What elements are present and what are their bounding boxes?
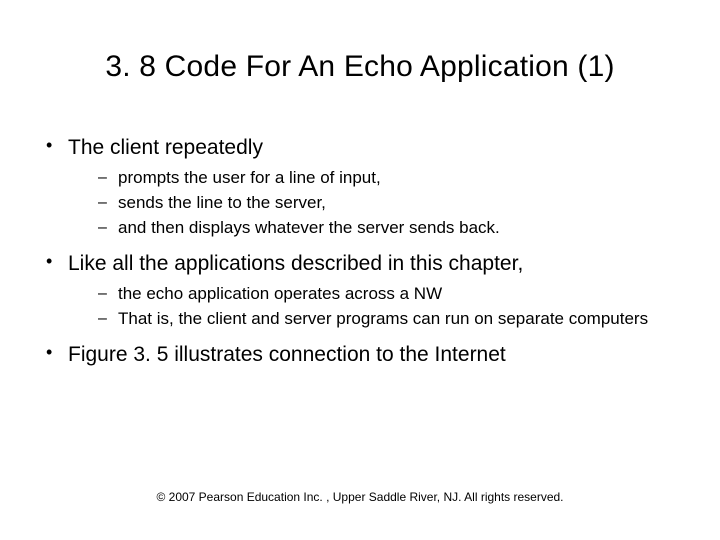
bullet-text: Figure 3. 5 illustrates connection to th… (68, 343, 506, 366)
slide-body: The client repeatedly prompts the user f… (44, 130, 676, 369)
bullet-text: The client repeatedly (68, 136, 263, 159)
sub-item: the echo application operates across a N… (96, 283, 676, 306)
slide-title: 3. 8 Code For An Echo Application (1) (0, 50, 720, 84)
sub-item: prompts the user for a line of input, (96, 167, 676, 190)
list-item: Figure 3. 5 illustrates connection to th… (44, 341, 676, 368)
sub-item: That is, the client and server programs … (96, 308, 676, 331)
copyright-footer: © 2007 Pearson Education Inc. , Upper Sa… (0, 490, 720, 504)
sub-list: prompts the user for a line of input, se… (68, 167, 676, 240)
list-item: The client repeatedly prompts the user f… (44, 134, 676, 240)
list-item: Like all the applications described in t… (44, 250, 676, 331)
sub-item: sends the line to the server, (96, 192, 676, 215)
sub-text: and then displays whatever the server se… (118, 218, 500, 237)
sub-text: the echo application operates across a N… (118, 284, 442, 303)
sub-list: the echo application operates across a N… (68, 283, 676, 331)
bullet-text: Like all the applications described in t… (68, 252, 523, 275)
sub-text: That is, the client and server programs … (118, 309, 648, 328)
sub-text: prompts the user for a line of input, (118, 168, 381, 187)
bullet-list: The client repeatedly prompts the user f… (44, 134, 676, 369)
slide: 3. 8 Code For An Echo Application (1) Th… (0, 0, 720, 540)
sub-text: sends the line to the server, (118, 193, 326, 212)
sub-item: and then displays whatever the server se… (96, 217, 676, 240)
